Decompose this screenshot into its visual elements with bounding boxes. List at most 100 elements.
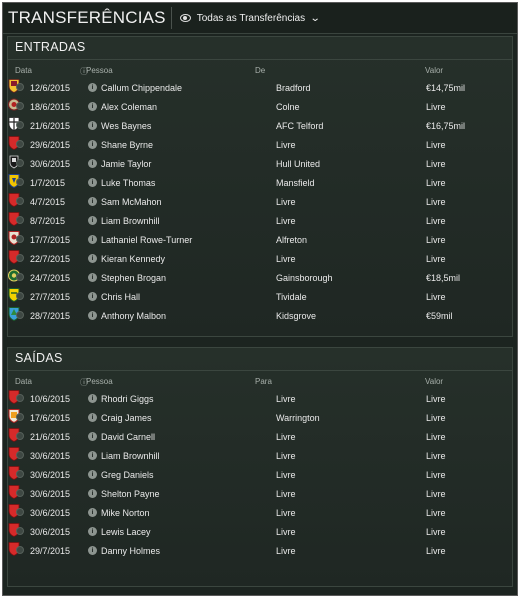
column-to[interactable]: Para	[255, 377, 272, 386]
info-icon[interactable]: i	[88, 488, 97, 498]
table-row[interactable]: 18/6/2015 i Alex Coleman Colne Livre	[8, 97, 512, 116]
row-select-dot[interactable]	[16, 235, 24, 243]
info-icon[interactable]: i	[88, 393, 97, 403]
row-select-dot[interactable]	[16, 527, 24, 535]
player-name[interactable]: Wes Baynes	[101, 121, 151, 131]
column-date[interactable]: Data	[15, 377, 32, 386]
from-club[interactable]: Gainsborough	[276, 273, 333, 283]
table-row[interactable]: 28/7/2015 i Anthony Malbon Kidsgrove €59mil	[8, 306, 512, 325]
info-icon[interactable]: i	[88, 507, 97, 517]
to-club[interactable]: Livre	[276, 432, 296, 442]
row-select-dot[interactable]	[16, 216, 24, 224]
table-row[interactable]: 17/6/2015 i Craig James Warrington Livre	[8, 408, 512, 427]
player-name[interactable]: Kieran Kennedy	[101, 254, 165, 264]
from-club[interactable]: Bradford	[276, 83, 311, 93]
from-club[interactable]: Tividale	[276, 292, 307, 302]
row-select-dot[interactable]	[16, 470, 24, 478]
player-name[interactable]: Liam Brownhill	[101, 216, 160, 226]
row-select-dot[interactable]	[16, 489, 24, 497]
row-select-dot[interactable]	[16, 546, 24, 554]
row-select-dot[interactable]	[16, 197, 24, 205]
column-value[interactable]: Valor	[425, 66, 443, 75]
player-name[interactable]: Callum Chippendale	[101, 83, 182, 93]
table-row[interactable]: 21/6/2015 i Wes Baynes AFC Telford €16,75mil	[8, 116, 512, 135]
table-row[interactable]: 30/6/2015 i Shelton Payne Livre Livre	[8, 484, 512, 503]
info-icon[interactable]: i	[88, 450, 97, 460]
info-icon[interactable]: i	[88, 196, 97, 206]
table-row[interactable]: 30/6/2015 i Lewis Lacey Livre Livre	[8, 522, 512, 541]
row-select-dot[interactable]	[16, 292, 24, 300]
from-club[interactable]: Livre	[276, 216, 296, 226]
info-icon[interactable]: i	[88, 310, 97, 320]
info-icon[interactable]: i	[88, 412, 97, 422]
from-club[interactable]: Kidsgrove	[276, 311, 316, 321]
info-icon[interactable]: i	[88, 177, 97, 187]
column-date[interactable]: Data	[15, 66, 32, 75]
info-icon[interactable]: i	[88, 291, 97, 301]
player-name[interactable]: David Carnell	[101, 432, 155, 442]
from-club[interactable]: Livre	[276, 197, 296, 207]
row-select-dot[interactable]	[16, 140, 24, 148]
row-select-dot[interactable]	[16, 178, 24, 186]
to-club[interactable]: Livre	[276, 489, 296, 499]
player-name[interactable]: Luke Thomas	[101, 178, 155, 188]
row-select-dot[interactable]	[16, 159, 24, 167]
row-select-dot[interactable]	[16, 508, 24, 516]
to-club[interactable]: Livre	[276, 470, 296, 480]
table-row[interactable]: 10/6/2015 i Rhodri Giggs Livre Livre	[8, 389, 512, 408]
column-value[interactable]: Valor	[425, 377, 443, 386]
player-name[interactable]: Sam McMahon	[101, 197, 162, 207]
from-club[interactable]: Livre	[276, 254, 296, 264]
table-row[interactable]: 4/7/2015 i Sam McMahon Livre Livre	[8, 192, 512, 211]
row-select-dot[interactable]	[16, 254, 24, 262]
table-row[interactable]: 29/7/2015 i Danny Holmes Livre Livre	[8, 541, 512, 560]
row-select-dot[interactable]	[16, 311, 24, 319]
row-select-dot[interactable]	[16, 394, 24, 402]
table-row[interactable]: 30/6/2015 i Liam Brownhill Livre Livre	[8, 446, 512, 465]
player-name[interactable]: Lathaniel Rowe-Turner	[101, 235, 192, 245]
table-row[interactable]: 27/7/2015 i Chris Hall Tividale Livre	[8, 287, 512, 306]
from-club[interactable]: Alfreton	[276, 235, 307, 245]
player-name[interactable]: Rhodri Giggs	[101, 394, 154, 404]
column-person[interactable]: Pessoa	[86, 66, 113, 75]
column-person[interactable]: Pessoa	[86, 377, 113, 386]
row-select-dot[interactable]	[16, 273, 24, 281]
to-club[interactable]: Livre	[276, 394, 296, 404]
player-name[interactable]: Chris Hall	[101, 292, 140, 302]
from-club[interactable]: Hull United	[276, 159, 320, 169]
row-select-dot[interactable]	[16, 121, 24, 129]
info-icon[interactable]: i	[88, 469, 97, 479]
table-row[interactable]: 30/6/2015 i Jamie Taylor Hull United Livre	[8, 154, 512, 173]
info-icon[interactable]: i	[88, 272, 97, 282]
player-name[interactable]: Shane Byrne	[101, 140, 153, 150]
info-icon[interactable]: i	[88, 158, 97, 168]
row-select-dot[interactable]	[16, 432, 24, 440]
player-name[interactable]: Craig James	[101, 413, 152, 423]
row-select-dot[interactable]	[16, 413, 24, 421]
table-row[interactable]: 22/7/2015 i Kieran Kennedy Livre Livre	[8, 249, 512, 268]
from-club[interactable]: Colne	[276, 102, 300, 112]
from-club[interactable]: Mansfield	[276, 178, 315, 188]
info-icon[interactable]: i	[88, 234, 97, 244]
table-row[interactable]: 8/7/2015 i Liam Brownhill Livre Livre	[8, 211, 512, 230]
player-name[interactable]: Stephen Brogan	[101, 273, 166, 283]
player-name[interactable]: Alex Coleman	[101, 102, 157, 112]
table-row[interactable]: 17/7/2015 i Lathaniel Rowe-Turner Alfreton L…	[8, 230, 512, 249]
table-row[interactable]: 30/6/2015 i Mike Norton Livre Livre	[8, 503, 512, 522]
row-select-dot[interactable]	[16, 451, 24, 459]
player-name[interactable]: Mike Norton	[101, 508, 150, 518]
table-row[interactable]: 24/7/2015 i Stephen Brogan Gainsborough €18,…	[8, 268, 512, 287]
info-icon[interactable]: i	[88, 545, 97, 555]
info-icon[interactable]: i	[88, 120, 97, 130]
player-name[interactable]: Greg Daniels	[101, 470, 154, 480]
row-select-dot[interactable]	[16, 102, 24, 110]
table-row[interactable]: 12/6/2015 i Callum Chippendale Bradford €14,…	[8, 78, 512, 97]
info-icon[interactable]: i	[88, 431, 97, 441]
row-select-dot[interactable]	[16, 83, 24, 91]
player-name[interactable]: Shelton Payne	[101, 489, 160, 499]
player-name[interactable]: Jamie Taylor	[101, 159, 151, 169]
to-club[interactable]: Livre	[276, 527, 296, 537]
column-from[interactable]: De	[255, 66, 265, 75]
info-icon[interactable]: i	[88, 82, 97, 92]
info-icon[interactable]: i	[88, 215, 97, 225]
